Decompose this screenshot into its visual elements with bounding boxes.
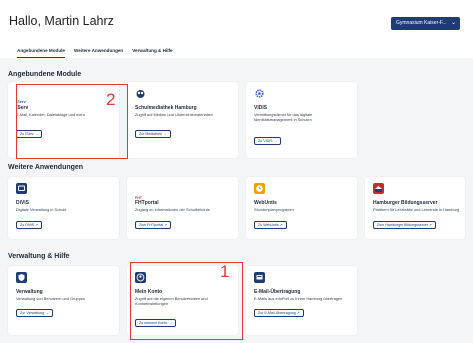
page-title: Hallo, Martin Lahrz xyxy=(9,14,114,28)
card-description: E-Mails aus eduPort zu Ihrem Hamburg übe… xyxy=(254,296,343,301)
tab-weitere-anwendungen[interactable]: Weitere Anwendungen xyxy=(74,48,123,58)
card-title: Hamburger Bildungsserver xyxy=(373,200,438,206)
card-fhtportal: FHT FHTportal Zugang zu Informationen de… xyxy=(127,177,238,239)
zu-divis-button[interactable]: Zu DiViS ↗ xyxy=(16,221,43,229)
tab-angebundene-module[interactable]: Angebundene Module xyxy=(17,48,65,58)
bildungsserver-icon xyxy=(373,183,384,194)
card-title: E-Mail-Übertragung xyxy=(254,289,301,295)
fhtportal-logo-icon: FHT xyxy=(135,186,146,200)
school-select-value: Gymnasium Kaiser-F... xyxy=(396,20,447,26)
card-divis: DiViS Digitale Verwaltung in Schule Zu D… xyxy=(8,177,119,239)
zu-vidis-button[interactable]: Zu VIDIS → xyxy=(254,137,282,145)
chevron-down-icon: ⌄ xyxy=(450,20,456,26)
card-webuntis: WebUntis Stundenplanprogramm Zu WebUntis… xyxy=(246,177,357,239)
card-bildungsserver: Hamburger Bildungsserver Plattform für L… xyxy=(365,177,465,239)
card-email-uebertragung: E-Mail-Übertragung E-Mails aus eduPort z… xyxy=(246,266,357,335)
card-title: DiViS xyxy=(16,200,29,206)
section-title-verwaltung: Verwaltung & Hilfe xyxy=(8,253,70,260)
card-verwaltung: Verwaltung Verwaltung von Benutzern und … xyxy=(8,266,119,335)
divis-icon xyxy=(16,183,27,194)
card-description: Zugriff auf Medien und Unterrichtsmateri… xyxy=(135,112,213,117)
zur-verwaltung-button[interactable]: Zur Verwaltung → xyxy=(16,309,53,317)
card-title: WebUntis xyxy=(254,200,277,206)
top-header: Hallo, Martin Lahrz Gymnasium Kaiser-F..… xyxy=(0,0,473,58)
transfer-icon xyxy=(254,272,265,283)
card-description: Vermittlungsdienst für das digitale Iden… xyxy=(254,112,313,122)
card-vidis: VIDIS Vermittlungsdienst für das digital… xyxy=(246,82,357,158)
annotation-number-2: 2 xyxy=(106,90,116,109)
card-description: Digitale Verwaltung in Schule xyxy=(16,207,67,212)
card-title: Schulmediathek Hamburg xyxy=(135,105,197,111)
webuntis-clock-icon xyxy=(254,183,265,194)
shield-icon xyxy=(16,272,27,283)
vidis-icon xyxy=(255,89,264,98)
card-title: Verwaltung xyxy=(16,289,43,295)
section-title-angebundene: Angebundene Module xyxy=(8,71,82,78)
card-title: FHTportal xyxy=(135,200,159,206)
section-tabs: Angebundene Module Weitere Anwendungen V… xyxy=(17,48,173,58)
annotation-number-1: 1 xyxy=(220,262,230,281)
zum-fhtportal-button[interactable]: Zum FHTportal ↗ xyxy=(135,221,172,229)
zur-mediathek-button[interactable]: Zur Mediathek → xyxy=(135,130,171,138)
school-select[interactable]: Gymnasium Kaiser-F... ⌄ xyxy=(391,17,460,30)
card-description: Verwaltung von Benutzern und Gruppen xyxy=(16,296,86,301)
card-title: VIDIS xyxy=(254,105,268,111)
zu-webuntis-button[interactable]: Zu WebUntis ↗ xyxy=(254,221,287,229)
card-description: Zugang zu Informationen der Schulbehörde xyxy=(135,207,211,212)
tab-verwaltung-hilfe[interactable]: Verwaltung & Hilfe xyxy=(132,48,172,58)
zur-email-uebertragung-button[interactable]: Zur E-Mail-Übertragung ↗ xyxy=(254,309,304,317)
zum-bildungsserver-button[interactable]: Zum Hamburger Bildungsserver ↗ xyxy=(373,221,436,229)
mediathek-icon xyxy=(136,90,145,98)
section-title-weitere: Weitere Anwendungen xyxy=(8,164,84,171)
card-schulmediathek: Schulmediathek Hamburg Zugriff auf Medie… xyxy=(127,82,238,158)
card-description: Plattform für Lehrkräfte und Lernende in… xyxy=(373,207,460,212)
card-description: Stundenplanprogramm xyxy=(254,207,294,212)
